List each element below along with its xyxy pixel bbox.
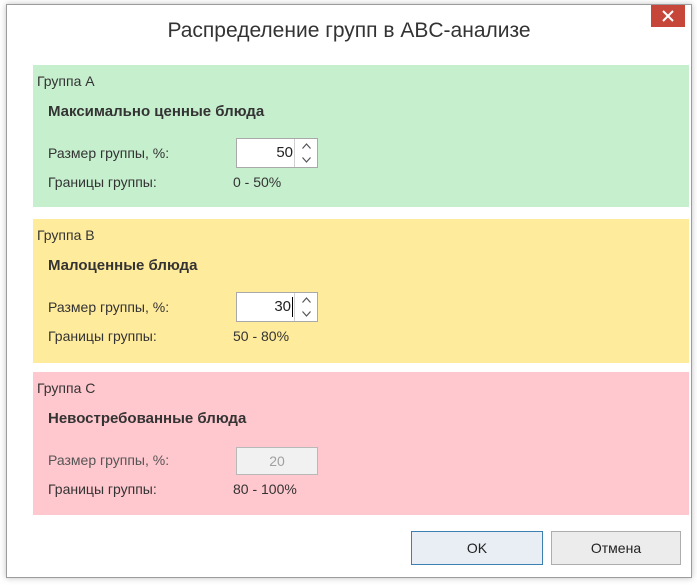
- group-a-header: Группа А: [37, 73, 95, 89]
- abc-analysis-dialog: Распределение групп в ABC-анализе Группа…: [6, 4, 692, 578]
- group-a-panel: Группа А Максимально ценные блюда Размер…: [33, 65, 689, 207]
- group-c-bounds-label: Границы группы:: [48, 481, 157, 497]
- group-a-size-label: Размер группы, %:: [48, 145, 170, 161]
- dialog-title: Распределение групп в ABC-анализе: [167, 19, 531, 42]
- group-b-size-input[interactable]: 30: [274, 298, 291, 315]
- spin-up-icon[interactable]: [295, 293, 317, 307]
- cancel-button[interactable]: Отмена: [551, 531, 681, 565]
- group-a-size-input[interactable]: 50: [237, 139, 293, 167]
- group-b-bounds-value: 50 - 80%: [233, 328, 290, 344]
- group-a-size-spinner[interactable]: 50: [236, 138, 318, 168]
- close-icon: [662, 10, 674, 22]
- group-c-bounds-value: 80 - 100%: [233, 481, 297, 497]
- group-a-spin-arrows: [294, 139, 317, 167]
- group-b-size-spinner[interactable]: 30: [236, 292, 318, 322]
- close-button[interactable]: [651, 5, 685, 27]
- group-b-panel: Группа В Малоценные блюда Размер группы,…: [33, 219, 689, 363]
- group-a-bounds-label: Границы группы:: [48, 174, 157, 190]
- group-c-size-field-disabled: 20: [236, 447, 318, 475]
- group-b-spin-arrows: [294, 293, 317, 321]
- ok-button[interactable]: OK: [411, 531, 543, 565]
- text-cursor: [292, 297, 293, 318]
- title-bar: Распределение групп в ABC-анализе: [7, 5, 691, 57]
- spin-down-icon[interactable]: [295, 307, 317, 321]
- group-c-description: Невостребованные блюда: [48, 410, 247, 427]
- group-b-header: Группа В: [37, 227, 95, 243]
- group-b-bounds-label: Границы группы:: [48, 328, 157, 344]
- group-b-size-label: Размер группы, %:: [48, 299, 170, 315]
- group-c-size-label: Размер группы, %:: [48, 452, 170, 468]
- spin-up-icon[interactable]: [295, 139, 317, 153]
- group-c-panel: Группа С Невостребованные блюда Размер г…: [33, 372, 689, 515]
- group-c-header: Группа С: [37, 380, 96, 396]
- group-a-description: Максимально ценные блюда: [48, 103, 265, 120]
- group-a-bounds-value: 0 - 50%: [233, 174, 282, 190]
- group-b-size-input-wrap[interactable]: 30: [237, 293, 293, 321]
- group-b-description: Малоценные блюда: [48, 257, 198, 274]
- spin-down-icon[interactable]: [295, 153, 317, 167]
